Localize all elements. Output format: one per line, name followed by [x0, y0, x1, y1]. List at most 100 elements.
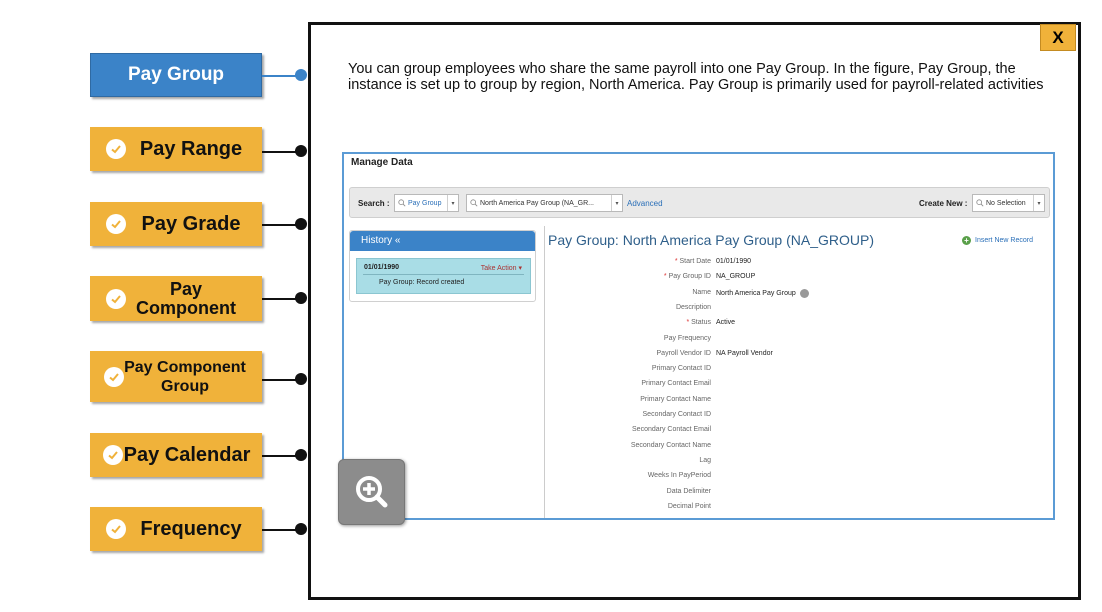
- field-row: * Start Date 01/01/1990: [544, 258, 1044, 270]
- field-label-text: Secondary Contact Name: [630, 441, 711, 449]
- connector-line: [262, 75, 298, 77]
- field-label: * Start Date: [675, 258, 711, 265]
- field-label-text: Lag: [699, 456, 711, 464]
- divider: [363, 274, 524, 275]
- connector-line: [262, 224, 298, 226]
- field-row: Weeks In PayPeriod: [544, 472, 1044, 484]
- field-value: NA Payroll Vendor: [716, 350, 773, 357]
- connector-dot: [295, 292, 307, 304]
- field-label-text: Primary Contact ID: [651, 365, 711, 373]
- take-action-link[interactable]: Take Action ▾: [481, 264, 522, 272]
- check-circle-icon: [103, 445, 123, 465]
- field-label: Primary Contact Name: [640, 396, 711, 403]
- field-label: Description: [676, 304, 711, 311]
- field-label-text: Payroll Vendor ID: [656, 349, 711, 357]
- field-value-text: North America Pay Group: [716, 289, 796, 297]
- connector-dot: [295, 218, 307, 230]
- history-note: Pay Group: Record created: [379, 279, 465, 286]
- search-bar: Search : Pay Group ▾ North America Pay G…: [349, 187, 1050, 218]
- search-instance-select[interactable]: North America Pay Group (NA_GR... ▾: [466, 194, 623, 212]
- stage: Pay Group Pay Range Pay Grade Pay Compon…: [0, 0, 1102, 612]
- create-new-label: Create New :: [919, 199, 968, 208]
- nav-pay-range-button[interactable]: Pay Range: [90, 127, 262, 171]
- field-label: * Pay Group ID: [664, 273, 711, 280]
- nav-pay-calendar-button[interactable]: Pay Calendar: [90, 433, 262, 477]
- nav-pay-component-button[interactable]: Pay Component: [90, 276, 262, 321]
- search-icon: [398, 199, 406, 207]
- nav-frequency-button[interactable]: Frequency: [90, 507, 262, 551]
- field-row: * Pay Group ID NA_GROUP: [544, 273, 1044, 285]
- field-row: Name North America Pay Group: [544, 288, 1044, 301]
- field-label: Weeks In PayPeriod: [648, 472, 711, 479]
- field-label: Name: [692, 289, 711, 296]
- create-new-select[interactable]: No Selection ▾: [972, 194, 1045, 212]
- field-value: North America Pay Group: [716, 288, 809, 298]
- nav-pay-grade-button[interactable]: Pay Grade: [90, 202, 262, 246]
- field-row: Secondary Contact ID: [544, 411, 1044, 423]
- chevron-down-icon: ▾: [447, 195, 458, 211]
- check-circle-icon: [106, 214, 126, 234]
- close-button[interactable]: X: [1040, 24, 1076, 51]
- connector-line: [262, 298, 298, 300]
- field-label: Secondary Contact Name: [631, 442, 711, 449]
- search-instance-value: North America Pay Group (NA_GR...: [480, 199, 594, 207]
- connector-dot: [295, 69, 307, 81]
- check-circle-icon: [106, 139, 126, 159]
- field-label: Lag: [699, 457, 711, 464]
- field-row: Secondary Contact Email: [544, 426, 1044, 438]
- chevron-down-icon: ▾: [1033, 195, 1044, 211]
- history-item[interactable]: 01/01/1990 Take Action ▾ Pay Group: Reco…: [356, 258, 531, 294]
- field-row: Pay Frequency: [544, 335, 1044, 347]
- connector-line: [262, 529, 298, 531]
- field-row: Secondary Contact Name: [544, 442, 1044, 454]
- info-icon[interactable]: [799, 288, 809, 298]
- field-label-text: Weeks In PayPeriod: [647, 472, 711, 480]
- check-circle-icon: [106, 288, 126, 309]
- field-row: Description: [544, 304, 1044, 316]
- field-label: * Status: [686, 319, 711, 326]
- history-date: 01/01/1990: [364, 264, 400, 271]
- field-label: Data Delimiter: [667, 488, 711, 495]
- field-value-text: NA_GROUP: [716, 273, 756, 281]
- field-row: Data Delimiter: [544, 488, 1044, 500]
- field-label-text: Data Delimiter: [666, 487, 711, 495]
- field-label-text: Description: [675, 303, 711, 311]
- field-label-text: Name: [692, 288, 711, 296]
- field-row: Primary Contact Name: [544, 396, 1044, 408]
- history-header[interactable]: History «: [350, 231, 535, 251]
- zoom-in-icon: [355, 476, 387, 508]
- create-new-value: No Selection: [986, 199, 1026, 207]
- connector-dot: [295, 145, 307, 157]
- connector-line: [262, 455, 298, 457]
- field-row: Lag: [544, 457, 1044, 469]
- field-label-text: Status: [691, 319, 711, 327]
- field-label-text: Primary Contact Name: [640, 395, 711, 403]
- connector-dot: [295, 523, 307, 535]
- field-label-text: Start Date: [679, 258, 711, 265]
- search-label: Search :: [358, 199, 390, 208]
- field-label: Primary Contact ID: [652, 365, 711, 372]
- chevron-down-icon: ▾: [611, 195, 622, 211]
- insert-new-record-link[interactable]: + Insert New Record: [962, 236, 1033, 245]
- field-label: Pay Frequency: [664, 335, 711, 342]
- field-value-text: 01/01/1990: [716, 258, 752, 265]
- field-row: Primary Contact ID: [544, 365, 1044, 377]
- field-value: Active: [716, 319, 735, 326]
- field-value: NA_GROUP: [716, 273, 755, 280]
- field-label-text: Primary Contact Email: [641, 380, 711, 388]
- search-icon: [976, 199, 984, 207]
- field-label-text: Pay Frequency: [663, 334, 711, 342]
- field-label: Secondary Contact ID: [643, 411, 711, 418]
- nav-pay-group-button[interactable]: Pay Group: [90, 53, 262, 97]
- field-label: Decimal Point: [668, 503, 711, 510]
- nav-pay-component-group-button[interactable]: Pay Component Group: [90, 351, 262, 402]
- search-type-select[interactable]: Pay Group ▾: [394, 194, 459, 212]
- zoom-button[interactable]: [338, 459, 405, 525]
- field-label-text: Pay Group ID: [668, 273, 711, 281]
- advanced-link[interactable]: Advanced: [627, 199, 663, 208]
- field-row: Decimal Point: [544, 503, 1044, 515]
- field-row: Primary Contact Email: [544, 380, 1044, 392]
- field-row: * Status Active: [544, 319, 1044, 331]
- field-label-text: Secondary Contact Email: [632, 426, 711, 434]
- manage-data-title: Manage Data: [351, 157, 413, 168]
